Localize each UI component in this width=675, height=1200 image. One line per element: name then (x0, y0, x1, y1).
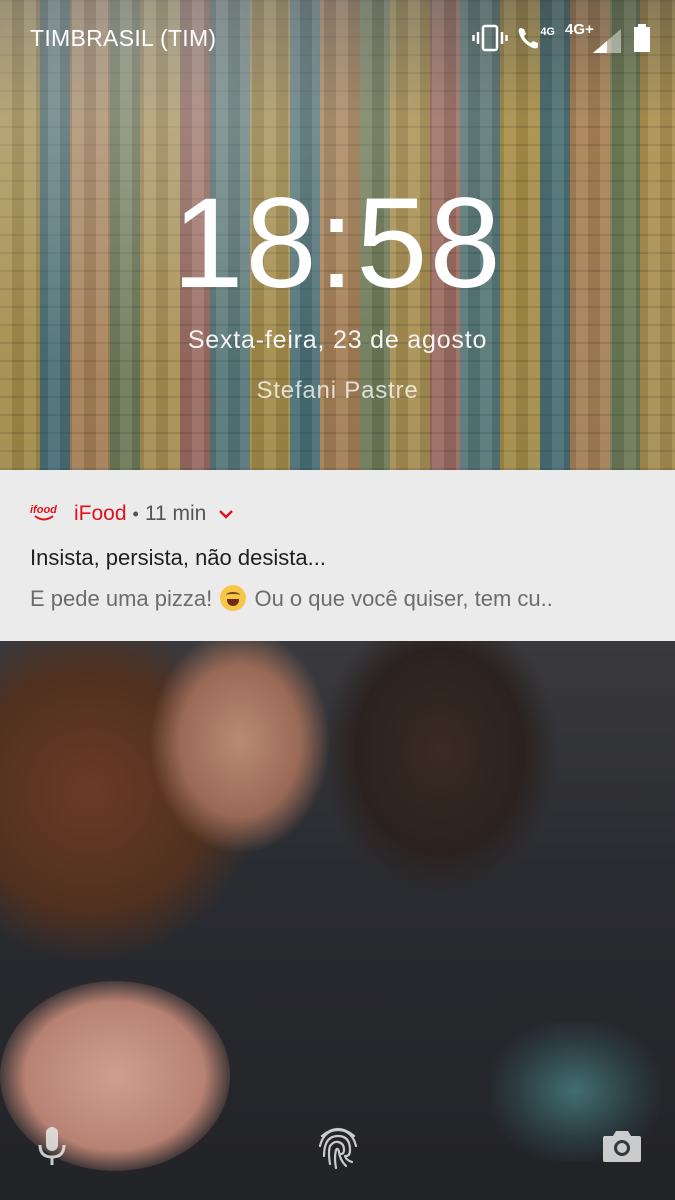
notification-title: Insista, persista, não desista... (30, 545, 326, 570)
call-network-label: 4G (540, 26, 555, 38)
status-bar: TIMBRASIL (TIM) 4G 4G+ (0, 0, 675, 80)
laughing-emoji-icon (220, 585, 247, 611)
ifood-logo-icon: ifood (30, 505, 64, 523)
signal-icon: 4G+ (563, 21, 625, 55)
carrier-name: TIMBRASIL (TIM) (30, 25, 217, 51)
wallpaper-photo (0, 641, 675, 1200)
chevron-down-icon[interactable] (218, 508, 234, 520)
lockscreen-clock: 18:58 (172, 172, 503, 315)
status-icons: 4G 4G+ (472, 20, 651, 56)
app-logo-text: ifood (30, 504, 57, 516)
notification-text-part-1: E pede uma pizza! (30, 586, 219, 611)
notification-text: E pede uma pizza! Ou o que você quiser, … (30, 585, 553, 612)
lockscreen-date: Sexta-feira, 23 de agosto (187, 326, 488, 354)
notification-app-name: iFood (74, 502, 127, 525)
camera-icon[interactable] (598, 1122, 646, 1170)
notification-time: 11 min (144, 502, 207, 525)
owner-info: Stefani Pastre (256, 377, 419, 404)
mic-icon[interactable] (28, 1122, 76, 1170)
notification-header: ifood iFood • 11 min (30, 502, 234, 526)
notification-text-part-2: Ou o que você quiser, tem cu.. (248, 586, 553, 611)
battery-icon (633, 23, 651, 53)
data-network-label: 4G+ (565, 21, 594, 38)
wifi-call-icon: 4G (516, 24, 555, 52)
header-separator: • (132, 503, 139, 524)
fingerprint-icon[interactable] (314, 1122, 362, 1170)
vibrate-icon (472, 23, 509, 53)
notification-card[interactable]: ifood iFood • 11 min Insista, persista, … (0, 470, 675, 641)
